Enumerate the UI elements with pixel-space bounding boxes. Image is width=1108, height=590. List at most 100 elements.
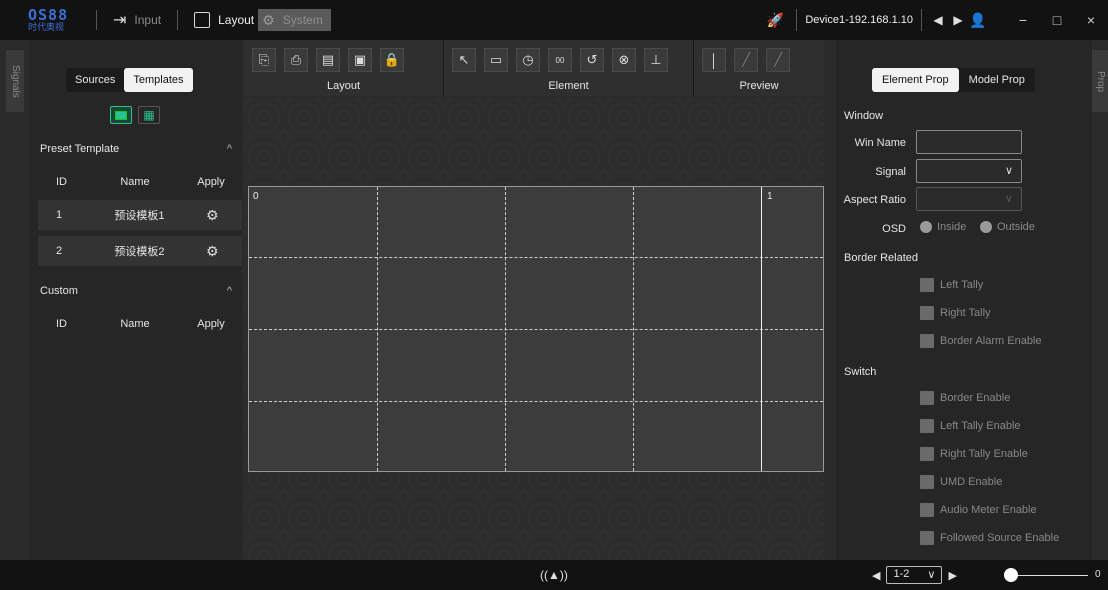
checkbox-box (920, 278, 934, 292)
switch-section-title: Switch (844, 366, 877, 378)
layout-tool-group: ⎘ ⎙ ▤ ▣ 🔒 Layout (244, 40, 444, 96)
grid-view-icon: ▦ (143, 108, 155, 122)
clear-icon[interactable]: ⊗ (612, 48, 636, 72)
screen-index-label: 0 (253, 191, 259, 202)
custom-template-header[interactable]: Custom ^ (30, 278, 242, 304)
lock-icon[interactable]: 🔒 (380, 48, 404, 72)
right-tally-checkbox[interactable]: Right Tally (920, 306, 991, 320)
element-tool-group: ↖ ▭ ◷ 00 ↺ ⊗ ⊥ Element (444, 40, 694, 96)
device-label: Device1-192.168.1.10 (796, 9, 922, 31)
element-group-label: Element (548, 80, 589, 92)
template-row[interactable]: 1 预设模板1 ⚙ (38, 200, 242, 230)
checkbox-box (920, 334, 934, 348)
col-name: Name (120, 176, 150, 188)
checkbox-box (920, 503, 934, 517)
next-arrow-icon[interactable]: ▶ (948, 13, 968, 27)
border-alarm-label: Border Alarm Enable (940, 335, 1042, 347)
chevron-down-icon: ∨ (1004, 193, 1013, 205)
single-view-icon (115, 110, 127, 120)
layout-canvas[interactable]: 0 1 (244, 98, 824, 560)
menu-system-label: System (282, 13, 323, 27)
tally-icon[interactable]: │ (702, 48, 726, 72)
left-tally-enable-label: Left Tally Enable (940, 420, 1021, 432)
prop-side-tab[interactable]: Prop (1092, 50, 1108, 112)
aspect-ratio-label: Aspect Ratio (843, 194, 906, 206)
signal-select[interactable]: ∨ (916, 159, 1022, 183)
broadcast-icon[interactable]: ((▲)) (540, 568, 568, 582)
signals-side-tab[interactable]: Signals (6, 50, 24, 112)
user-icon[interactable]: 👤 (968, 12, 988, 29)
clock-icon[interactable]: ◷ (516, 48, 540, 72)
right-tally-enable-label: Right Tally Enable (940, 448, 1028, 460)
tab-element-prop[interactable]: Element Prop (872, 68, 959, 92)
divider (177, 10, 179, 30)
umd-enable-checkbox[interactable]: UMD Enable (920, 475, 1002, 489)
layout-save-as-icon[interactable]: ▤ (316, 48, 340, 72)
grid-line (249, 257, 823, 258)
osd-inside-radio[interactable]: Inside (920, 221, 966, 233)
prop-tab-bar: Element Prop Model Prop (872, 68, 1035, 92)
checkbox-box (920, 419, 934, 433)
osd-outside-radio[interactable]: Outside (980, 221, 1035, 233)
border-alarm-checkbox[interactable]: Border Alarm Enable (920, 334, 1042, 348)
save-layout-icon[interactable]: ⎘ (252, 48, 276, 72)
menu-input[interactable]: ⇥ Input (109, 9, 165, 31)
minimize-button[interactable]: − (1006, 12, 1040, 28)
osd-inside-label: Inside (937, 221, 967, 233)
prev-arrow-icon[interactable]: ◀ (928, 13, 948, 27)
screen-grid[interactable]: 0 1 (248, 186, 824, 472)
pointer-icon[interactable]: ↖ (452, 48, 476, 72)
page-value: 1-2 (893, 568, 910, 580)
prev-page-icon[interactable]: ◀ (872, 569, 880, 582)
rocket-icon[interactable]: 🚀 (767, 12, 784, 29)
page-selector: ◀ 1-2 ∨ ▶ (872, 566, 957, 584)
tab-templates[interactable]: Templates (124, 68, 193, 92)
monitor-icon[interactable]: ▭ (484, 48, 508, 72)
prop-side-tab-label: Prop (1095, 70, 1107, 92)
brush-icon[interactable]: ⊥ (644, 48, 668, 72)
left-tally-enable-checkbox[interactable]: Left Tally Enable (920, 419, 1021, 433)
menu-system[interactable]: ⚙ System (258, 9, 331, 31)
apply-gear-icon[interactable]: ⚙ (206, 243, 219, 260)
chevron-down-icon: ∨ (1004, 165, 1013, 177)
tab-model-prop[interactable]: Model Prop (959, 68, 1035, 92)
page-select[interactable]: 1-2 ∨ (886, 566, 943, 584)
chevron-up-icon[interactable]: ^ (227, 143, 232, 155)
win-name-input[interactable] (916, 130, 1022, 154)
close-button[interactable]: × (1074, 12, 1108, 28)
grid-view-button[interactable]: ▦ (138, 106, 160, 124)
next-page-icon[interactable]: ▶ (948, 569, 956, 582)
pen-icon[interactable]: ╱ (734, 48, 758, 72)
single-view-button[interactable] (110, 106, 132, 124)
marker-icon[interactable]: ╱ (766, 48, 790, 72)
aspect-ratio-select[interactable]: ∨ (916, 187, 1022, 211)
logo-text: OS88 (28, 6, 69, 24)
divider (96, 10, 97, 30)
left-tally-label: Left Tally (940, 279, 984, 291)
left-tally-checkbox[interactable]: Left Tally (920, 278, 983, 292)
preset-template-header[interactable]: Preset Template ^ (30, 136, 242, 162)
right-tally-enable-checkbox[interactable]: Right Tally Enable (920, 447, 1028, 461)
countdown-icon[interactable]: ↺ (580, 48, 604, 72)
border-enable-checkbox[interactable]: Border Enable (920, 391, 1010, 405)
col-name: Name (120, 318, 150, 330)
col-id: ID (56, 318, 67, 330)
apply-gear-icon[interactable]: ⚙ (206, 207, 219, 224)
zoom-slider-handle[interactable] (1004, 568, 1018, 582)
checkbox-box (920, 531, 934, 545)
audio-meter-enable-checkbox[interactable]: Audio Meter Enable (920, 503, 1037, 517)
menu-input-label: Input (134, 13, 162, 27)
title-bar: OS88 时代奥视 ⇥ Input Layout ⚙ System 🚀 Devi… (0, 0, 1108, 40)
menu-layout[interactable]: Layout (190, 9, 258, 31)
chevron-up-icon[interactable]: ^ (227, 285, 232, 297)
maximize-button[interactable]: □ (1040, 12, 1074, 28)
template-row[interactable]: 2 预设模板2 ⚙ (38, 236, 242, 266)
followed-source-enable-checkbox[interactable]: Followed Source Enable (920, 531, 1059, 545)
timer-icon[interactable]: 00 (548, 48, 572, 72)
checkbox-box (920, 306, 934, 320)
layout-settings-icon[interactable]: ▣ (348, 48, 372, 72)
logo-subtext: 时代奥视 (28, 22, 65, 32)
tab-sources[interactable]: Sources (66, 68, 124, 92)
zoom-slider-track[interactable] (1010, 575, 1088, 576)
load-layout-icon[interactable]: ⎙ (284, 48, 308, 72)
